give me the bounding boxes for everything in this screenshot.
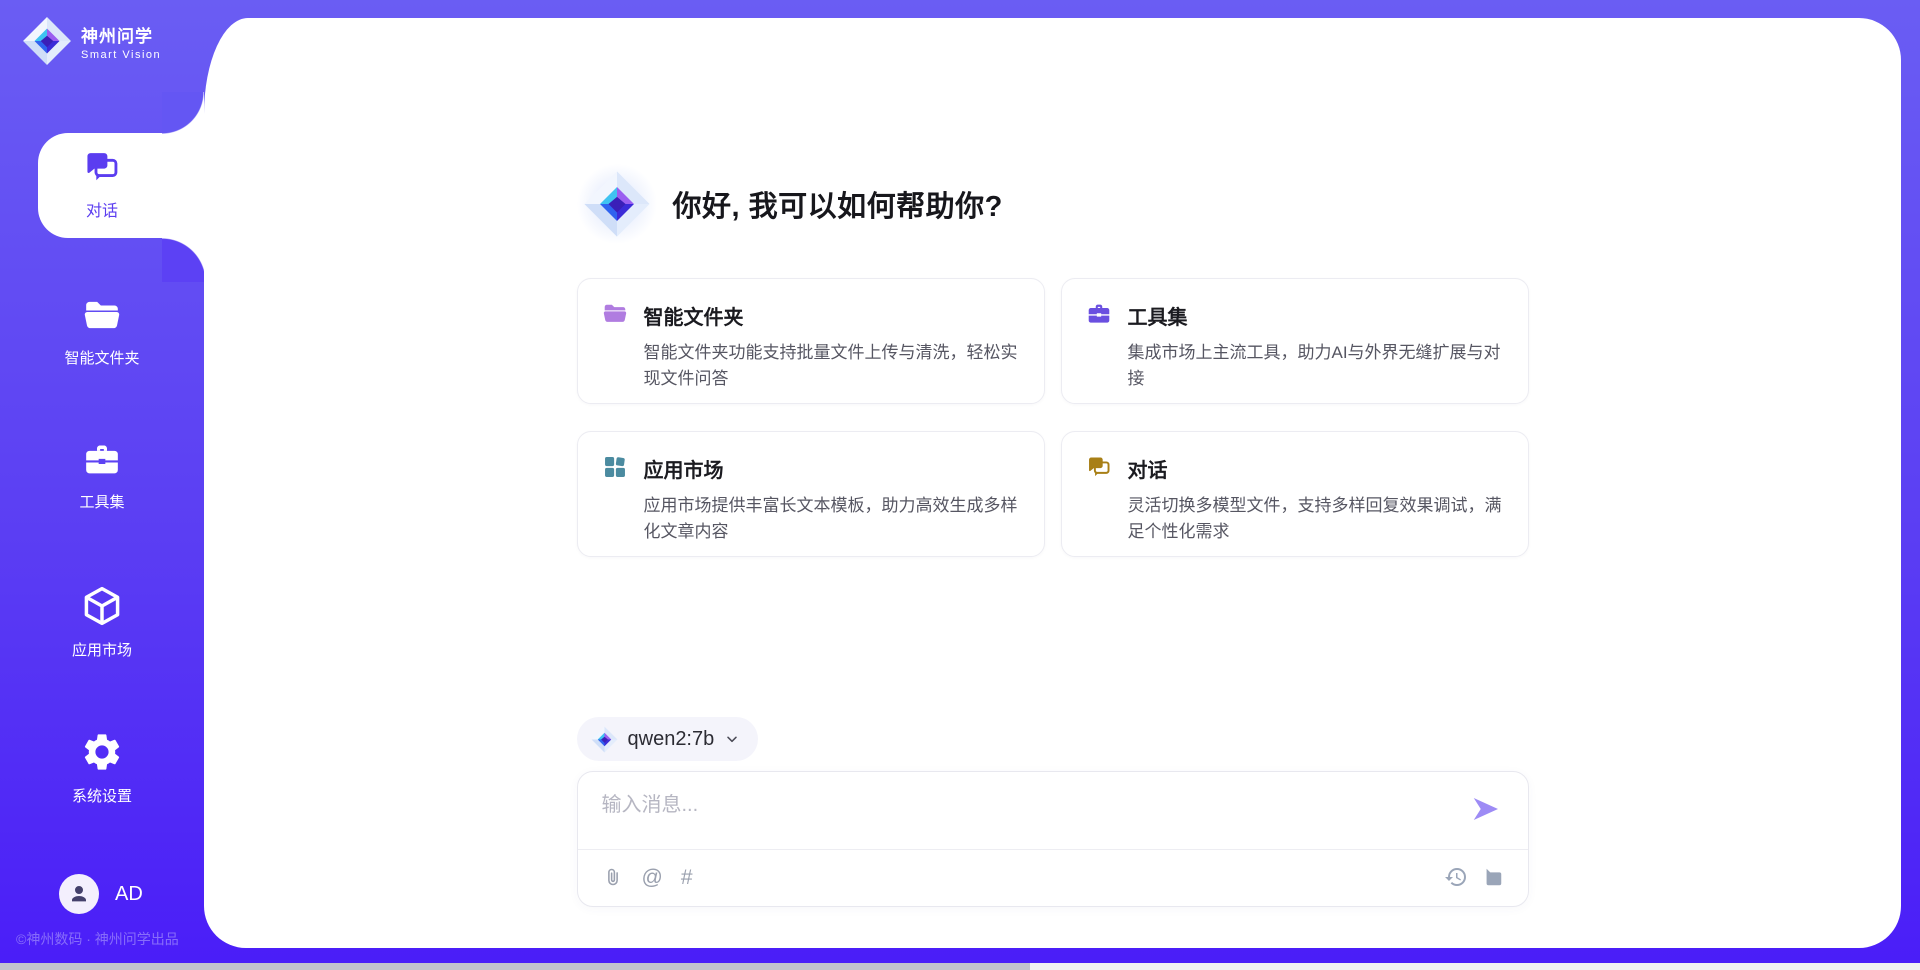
chat-bubbles-icon bbox=[83, 148, 121, 191]
card-title: 工具集 bbox=[1128, 301, 1504, 330]
brand-name: 神州问学 bbox=[81, 22, 161, 47]
grid-tiles-icon bbox=[602, 453, 630, 535]
model-label: qwen2:7b bbox=[628, 728, 715, 751]
sidebar-item-settings[interactable]: 系统设置 bbox=[0, 730, 204, 806]
horizontal-scrollbar[interactable] bbox=[0, 963, 1920, 970]
open-folder-icon bbox=[602, 300, 630, 382]
folder-icon bbox=[80, 296, 124, 341]
card-smart-folder[interactable]: 智能文件夹 智能文件夹功能支持批量文件上传与清洗，轻松实现文件问答 bbox=[577, 278, 1045, 404]
main-panel: 你好, 我可以如何帮助你? 智能文件夹 智能文件夹功能支持批量文件上传与清洗，轻… bbox=[204, 18, 1901, 948]
briefcase-icon bbox=[80, 440, 124, 485]
sidebar-item-chat[interactable]: 对话 bbox=[0, 148, 204, 221]
send-button[interactable] bbox=[1470, 794, 1502, 826]
greeting-block: 你好, 我可以如何帮助你? bbox=[577, 163, 1529, 245]
card-description: 灵活切换多模型文件，支持多样回复效果调试，满足个性化需求 bbox=[1128, 493, 1504, 544]
sidebar: 神州问学 Smart Vision 对话 智能文件夹 工具集 应用市场 系统设置… bbox=[0, 0, 204, 970]
briefcase-icon bbox=[1086, 300, 1114, 382]
user-name: AD bbox=[115, 883, 143, 906]
sidebar-item-smart-folder[interactable]: 智能文件夹 bbox=[0, 296, 204, 368]
card-title: 应用市场 bbox=[644, 454, 1020, 483]
person-icon bbox=[67, 882, 91, 906]
at-sign-icon[interactable]: @ bbox=[642, 867, 663, 888]
model-logo-icon bbox=[591, 726, 618, 753]
brand: 神州问学 Smart Vision bbox=[22, 16, 161, 66]
brand-diamond-icon bbox=[22, 16, 72, 66]
message-input[interactable] bbox=[602, 788, 1442, 840]
sidebar-item-toolset[interactable]: 工具集 bbox=[0, 440, 204, 512]
card-title: 智能文件夹 bbox=[644, 301, 1020, 330]
card-description: 集成市场上主流工具，助力AI与外界无缝扩展与对接 bbox=[1128, 340, 1504, 391]
cube-icon bbox=[80, 584, 124, 633]
brand-subtitle: Smart Vision bbox=[81, 49, 161, 61]
card-app-market[interactable]: 应用市场 应用市场提供丰富长文本模板，助力高效生成多样化文章内容 bbox=[577, 431, 1045, 557]
sidebar-item-app-market[interactable]: 应用市场 bbox=[0, 584, 204, 660]
chevron-down-icon bbox=[724, 731, 740, 747]
send-plane-icon bbox=[1471, 794, 1501, 824]
chat-bubble-icon[interactable] bbox=[1482, 866, 1504, 888]
card-toolset[interactable]: 工具集 集成市场上主流工具，助力AI与外界无缝扩展与对接 bbox=[1061, 278, 1529, 404]
scrollbar-thumb[interactable] bbox=[0, 963, 1030, 970]
card-description: 应用市场提供丰富长文本模板，助力高效生成多样化文章内容 bbox=[644, 493, 1020, 544]
greeting-text: 你好, 我可以如何帮助你? bbox=[673, 183, 1003, 225]
message-composer: @ # bbox=[577, 771, 1529, 907]
chat-bubbles-icon bbox=[1086, 453, 1114, 535]
paperclip-icon[interactable] bbox=[602, 866, 624, 888]
card-chat[interactable]: 对话 灵活切换多模型文件，支持多样回复效果调试，满足个性化需求 bbox=[1061, 431, 1529, 557]
gear-icon bbox=[80, 730, 124, 779]
card-title: 对话 bbox=[1128, 454, 1504, 483]
hash-icon[interactable]: # bbox=[681, 867, 693, 888]
feature-cards: 智能文件夹 智能文件夹功能支持批量文件上传与清洗，轻松实现文件问答 工具集 集成… bbox=[577, 278, 1529, 557]
model-selector[interactable]: qwen2:7b bbox=[577, 717, 759, 761]
avatar bbox=[59, 874, 99, 914]
user-profile[interactable]: AD bbox=[59, 874, 143, 914]
app-logo-icon bbox=[577, 163, 657, 245]
card-description: 智能文件夹功能支持批量文件上传与清洗，轻松实现文件问答 bbox=[644, 340, 1020, 391]
history-icon[interactable] bbox=[1444, 865, 1468, 889]
copyright-text: ©神州数码 · 神州问学出品 bbox=[16, 929, 179, 949]
